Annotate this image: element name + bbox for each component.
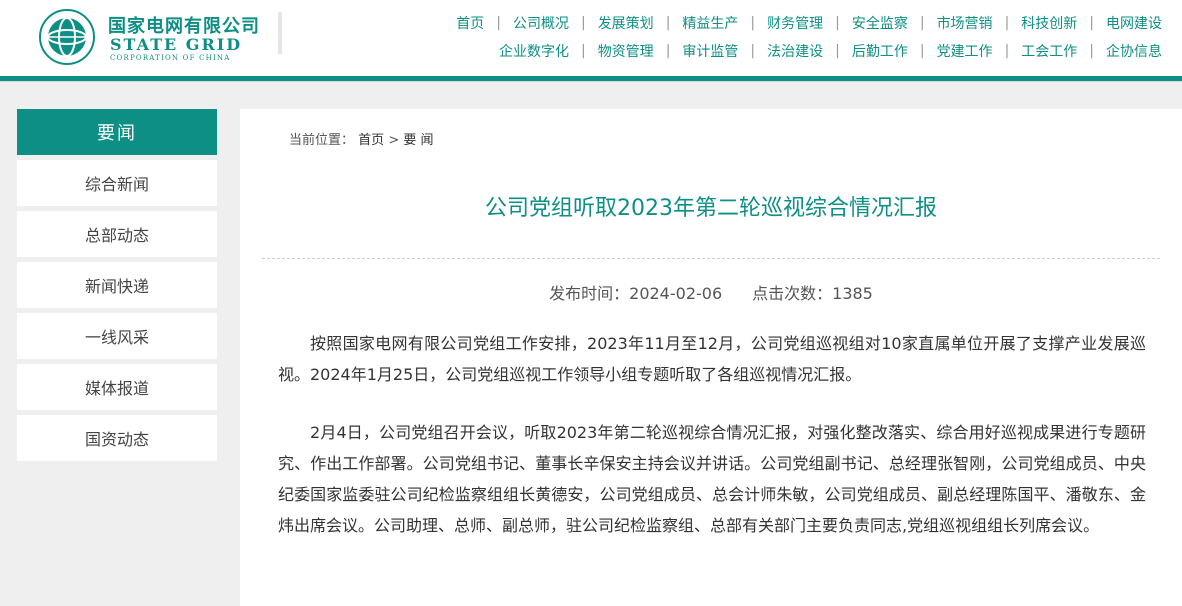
nav-item-union[interactable]: 工会工作 (1021, 41, 1077, 61)
nav-item-tech-innovation[interactable]: 科技创新 (1021, 13, 1077, 33)
breadcrumb-current[interactable]: 要 闻 (403, 133, 433, 148)
nav-item-marketing[interactable]: 市场营销 (937, 13, 993, 33)
title-divider (262, 258, 1160, 259)
nav-item-logistics[interactable]: 后勤工作 (852, 41, 908, 61)
nav-separator: | (835, 15, 840, 31)
nav-separator: | (665, 15, 671, 31)
state-grid-logo[interactable]: 国家电网有限公司 STATE GRID CORPORATION OF CHINA (38, 8, 278, 68)
publish-label: 发布时间： (549, 284, 630, 303)
nav-item-digitalization[interactable]: 企业数字化 (499, 41, 569, 61)
nav-separator: | (580, 15, 586, 31)
nav-item-materials[interactable]: 物资管理 (598, 41, 654, 61)
publish-date: 2024-02-06 (629, 284, 723, 303)
sidebar-item-sasac-news[interactable]: 国资动态 (17, 415, 217, 461)
nav-item-safety[interactable]: 安全监察 (852, 13, 908, 33)
nav-separator: | (1089, 15, 1094, 31)
sidebar-header: 要闻 (17, 109, 217, 155)
article-title: 公司党组听取2023年第二轮巡视综合情况汇报 (485, 196, 937, 221)
nav-separator: | (919, 15, 925, 31)
nav-separator: | (919, 43, 925, 59)
sidebar-item-general-news[interactable]: 综合新闻 (17, 160, 217, 206)
nav-item-development-planning[interactable]: 发展策划 (598, 13, 654, 33)
nav-separator: | (835, 43, 840, 59)
sidebar-item-media-reports[interactable]: 媒体报道 (17, 364, 217, 410)
sidebar: 要闻 综合新闻 总部动态 新闻快递 一线风采 媒体报道 国资动态 (17, 109, 217, 461)
nav-item-grid-construction[interactable]: 电网建设 (1106, 13, 1162, 33)
sidebar-item-frontline[interactable]: 一线风采 (17, 313, 217, 359)
nav-separator: | (750, 15, 756, 31)
nav-separator: | (1089, 43, 1094, 59)
site-header: 国家电网有限公司 STATE GRID CORPORATION OF CHINA… (0, 0, 1182, 76)
main-nav-row-2: 企业数字化 | 物资管理 | 审计监管 | 法治建设 | 后勤工作 | 党建工作… (499, 41, 1162, 61)
main-nav-row-1: 首页 | 公司概况 | 发展策划 | 精益生产 | 财务管理 | 安全监察 | … (456, 13, 1162, 33)
nav-separator: | (580, 43, 586, 59)
nav-item-home[interactable]: 首页 (456, 13, 484, 33)
logo-divider (278, 12, 282, 54)
nav-item-finance[interactable]: 财务管理 (767, 13, 823, 33)
nav-separator: | (496, 15, 501, 31)
state-grid-emblem-icon (39, 9, 95, 65)
clicks-label: 点击次数： (752, 284, 833, 303)
breadcrumb-arrow: > (388, 133, 400, 148)
brand-name-en: STATE GRID (110, 35, 243, 54)
article-paragraph: 按照国家电网有限公司党组工作安排，2023年11月至12月，公司党组巡视组对10… (278, 334, 1146, 384)
nav-item-audit[interactable]: 审计监管 (682, 41, 738, 61)
sidebar-item-news-express[interactable]: 新闻快递 (17, 262, 217, 308)
breadcrumb-label: 当前位置： (289, 133, 355, 148)
click-count: 1385 (832, 284, 873, 303)
breadcrumb-home-link[interactable]: 首页 (358, 133, 384, 148)
nav-item-lean-production[interactable]: 精益生产 (682, 13, 738, 33)
nav-item-party-building[interactable]: 党建工作 (937, 41, 993, 61)
nav-item-legal[interactable]: 法治建设 (767, 41, 823, 61)
breadcrumb: 当前位置： 首页 > 要 闻 (289, 129, 434, 148)
nav-item-company-overview[interactable]: 公司概况 (513, 13, 569, 33)
nav-item-enterprise-association[interactable]: 企协信息 (1106, 41, 1162, 61)
nav-separator: | (1004, 15, 1010, 31)
header-divider (0, 81, 1182, 82)
nav-separator: | (1004, 43, 1010, 59)
article-meta: 发布时间：2024-02-06 点击次数：1385 (240, 280, 1182, 304)
brand-name-en-sub: CORPORATION OF CHINA (110, 54, 231, 62)
nav-separator: | (750, 43, 756, 59)
nav-separator: | (665, 43, 671, 59)
sidebar-item-headquarters[interactable]: 总部动态 (17, 211, 217, 257)
article-panel: 当前位置： 首页 > 要 闻 公司党组听取2023年第二轮巡视综合情况汇报 发布… (240, 109, 1182, 606)
article-paragraph: 2月4日，公司党组召开会议，听取2023年第二轮巡视综合情况汇报，对强化整改落实… (278, 423, 1146, 535)
